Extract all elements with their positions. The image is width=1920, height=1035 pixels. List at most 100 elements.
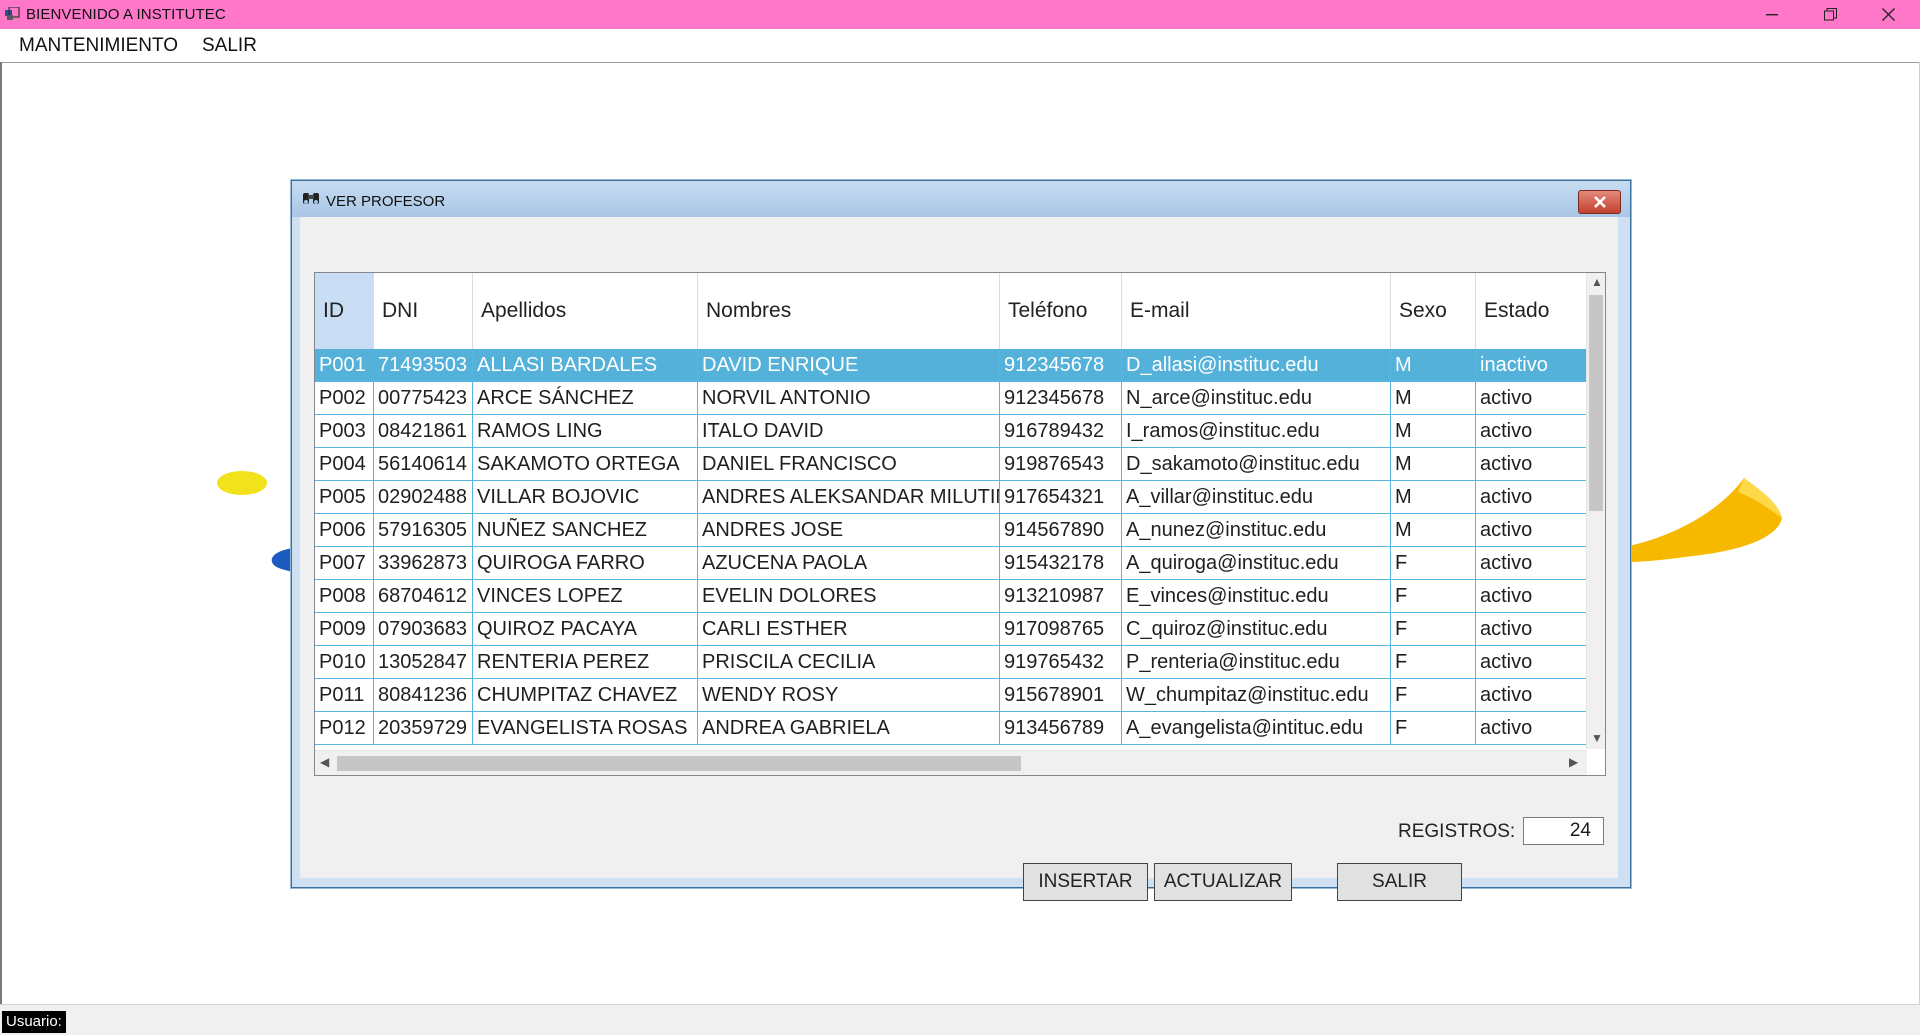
cell-apellidos[interactable]: RAMOS LING (473, 415, 698, 448)
cell-telefono[interactable]: 913210987 (1000, 580, 1122, 613)
cell-apellidos[interactable]: QUIROZ PACAYA (473, 613, 698, 646)
cell-dni[interactable]: 33962873 (374, 547, 473, 580)
cell-email[interactable]: D_sakamoto@instituc.edu (1122, 448, 1391, 481)
vertical-scroll-thumb[interactable] (1589, 295, 1603, 511)
cell-telefono[interactable]: 919765432 (1000, 646, 1122, 679)
cell-nombres[interactable]: AZUCENA PAOLA (698, 547, 1000, 580)
scroll-left-icon[interactable]: ◀ (320, 755, 329, 769)
cell-apellidos[interactable]: NUÑEZ SANCHEZ (473, 514, 698, 547)
table-row[interactable]: P010 13052847 RENTERIA PEREZ PRISCILA CECIL… (315, 646, 1587, 679)
cell-sexo[interactable]: F (1391, 679, 1476, 712)
cell-sexo[interactable]: F (1391, 646, 1476, 679)
actualizar-button[interactable]: ACTUALIZAR (1154, 863, 1292, 901)
cell-dni[interactable]: 57916305 (374, 514, 473, 547)
cell-dni[interactable]: 56140614 (374, 448, 473, 481)
scroll-right-icon[interactable]: ▶ (1569, 755, 1578, 769)
cell-nombres[interactable]: ANDRES JOSE (698, 514, 1000, 547)
cell-estado[interactable]: activo (1476, 646, 1587, 679)
column-header-estado[interactable]: Estado (1476, 273, 1587, 349)
cell-id[interactable]: P002 (315, 382, 374, 415)
table-row[interactable]: P011 80841236 CHUMPITAZ CHAVEZ WENDY ROSY 91… (315, 679, 1587, 712)
cell-id[interactable]: P006 (315, 514, 374, 547)
column-header-apellidos[interactable]: Apellidos (473, 273, 698, 349)
horizontal-scrollbar[interactable]: ◀ ▶ (315, 750, 1587, 775)
cell-dni[interactable]: 80841236 (374, 679, 473, 712)
cell-sexo[interactable]: F (1391, 580, 1476, 613)
cell-estado[interactable]: activo (1476, 481, 1587, 514)
cell-apellidos[interactable]: RENTERIA PEREZ (473, 646, 698, 679)
cell-email[interactable]: I_ramos@instituc.edu (1122, 415, 1391, 448)
column-header-telefono[interactable]: Teléfono (1000, 273, 1122, 349)
column-header-email[interactable]: E-mail (1122, 273, 1391, 349)
cell-email[interactable]: A_quiroga@instituc.edu (1122, 547, 1391, 580)
column-header-nombres[interactable]: Nombres (698, 273, 1000, 349)
cell-apellidos[interactable]: VINCES LOPEZ (473, 580, 698, 613)
horizontal-scroll-thumb[interactable] (337, 756, 1021, 771)
cell-telefono[interactable]: 914567890 (1000, 514, 1122, 547)
cell-estado[interactable]: activo (1476, 547, 1587, 580)
cell-email[interactable]: N_arce@instituc.edu (1122, 382, 1391, 415)
cell-estado[interactable]: activo (1476, 613, 1587, 646)
cell-telefono[interactable]: 919876543 (1000, 448, 1122, 481)
cell-email[interactable]: W_chumpitaz@instituc.edu (1122, 679, 1391, 712)
cell-nombres[interactable]: ITALO DAVID (698, 415, 1000, 448)
cell-email[interactable]: D_allasi@instituc.edu (1122, 349, 1391, 382)
cell-dni[interactable]: 13052847 (374, 646, 473, 679)
cell-dni[interactable]: 08421861 (374, 415, 473, 448)
scroll-up-icon[interactable]: ▲ (1591, 275, 1603, 289)
cell-sexo[interactable]: M (1391, 415, 1476, 448)
cell-sexo[interactable]: M (1391, 349, 1476, 382)
table-row[interactable]: P012 20359729 EVANGELISTA ROSAS ANDREA GABR… (315, 712, 1587, 745)
cell-email[interactable]: A_villar@instituc.edu (1122, 481, 1391, 514)
cell-email[interactable]: A_nunez@instituc.edu (1122, 514, 1391, 547)
cell-nombres[interactable]: NORVIL ANTONIO (698, 382, 1000, 415)
cell-telefono[interactable]: 917654321 (1000, 481, 1122, 514)
cell-estado[interactable]: activo (1476, 514, 1587, 547)
cell-estado[interactable]: activo (1476, 415, 1587, 448)
vertical-scrollbar[interactable]: ▲ ▼ (1586, 273, 1605, 749)
cell-sexo[interactable]: F (1391, 547, 1476, 580)
cell-id[interactable]: P009 (315, 613, 374, 646)
cell-apellidos[interactable]: ARCE SÁNCHEZ (473, 382, 698, 415)
cell-id[interactable]: P005 (315, 481, 374, 514)
menu-salir[interactable]: SALIR (202, 35, 257, 57)
cell-dni[interactable]: 07903683 (374, 613, 473, 646)
profesores-grid[interactable]: ID DNI Apellidos Nombres Teléfono E-mail… (314, 272, 1606, 776)
cell-nombres[interactable]: DAVID ENRIQUE (698, 349, 1000, 382)
cell-email[interactable]: A_evangelista@intituc.edu (1122, 712, 1391, 745)
table-row[interactable]: P001 71493503 ALLASI BARDALES DAVID ENRIQUE… (315, 349, 1587, 382)
cell-nombres[interactable]: PRISCILA CECILIA (698, 646, 1000, 679)
restore-button[interactable] (1801, 0, 1859, 29)
cell-dni[interactable]: 02902488 (374, 481, 473, 514)
table-row[interactable]: P002 00775423 ARCE SÁNCHEZ NORVIL ANTONIO 91… (315, 382, 1587, 415)
cell-estado[interactable]: activo (1476, 679, 1587, 712)
cell-nombres[interactable]: EVELIN DOLORES (698, 580, 1000, 613)
cell-telefono[interactable]: 912345678 (1000, 382, 1122, 415)
cell-id[interactable]: P007 (315, 547, 374, 580)
cell-dni[interactable]: 71493503 (374, 349, 473, 382)
cell-telefono[interactable]: 912345678 (1000, 349, 1122, 382)
table-row[interactable]: P004 56140614 SAKAMOTO ORTEGA DANIEL FRANCI… (315, 448, 1587, 481)
cell-id[interactable]: P011 (315, 679, 374, 712)
cell-nombres[interactable]: ANDREA GABRIELA (698, 712, 1000, 745)
cell-id[interactable]: P012 (315, 712, 374, 745)
minimize-button[interactable] (1743, 0, 1801, 29)
close-window-button[interactable] (1859, 0, 1917, 29)
cell-apellidos[interactable]: CHUMPITAZ CHAVEZ (473, 679, 698, 712)
cell-id[interactable]: P003 (315, 415, 374, 448)
cell-sexo[interactable]: F (1391, 712, 1476, 745)
salir-button[interactable]: SALIR (1337, 863, 1462, 901)
cell-sexo[interactable]: M (1391, 481, 1476, 514)
cell-estado[interactable]: activo (1476, 448, 1587, 481)
table-row[interactable]: P005 02902488 VILLAR BOJOVIC ANDRES ALEKSAN… (315, 481, 1587, 514)
cell-email[interactable]: E_vinces@instituc.edu (1122, 580, 1391, 613)
cell-dni[interactable]: 00775423 (374, 382, 473, 415)
cell-id[interactable]: P008 (315, 580, 374, 613)
cell-telefono[interactable]: 916789432 (1000, 415, 1122, 448)
cell-estado[interactable]: activo (1476, 382, 1587, 415)
scroll-down-icon[interactable]: ▼ (1591, 731, 1603, 745)
cell-estado[interactable]: activo (1476, 712, 1587, 745)
cell-id[interactable]: P004 (315, 448, 374, 481)
cell-apellidos[interactable]: EVANGELISTA ROSAS (473, 712, 698, 745)
table-row[interactable]: P008 68704612 VINCES LOPEZ EVELIN DOLORES 91… (315, 580, 1587, 613)
